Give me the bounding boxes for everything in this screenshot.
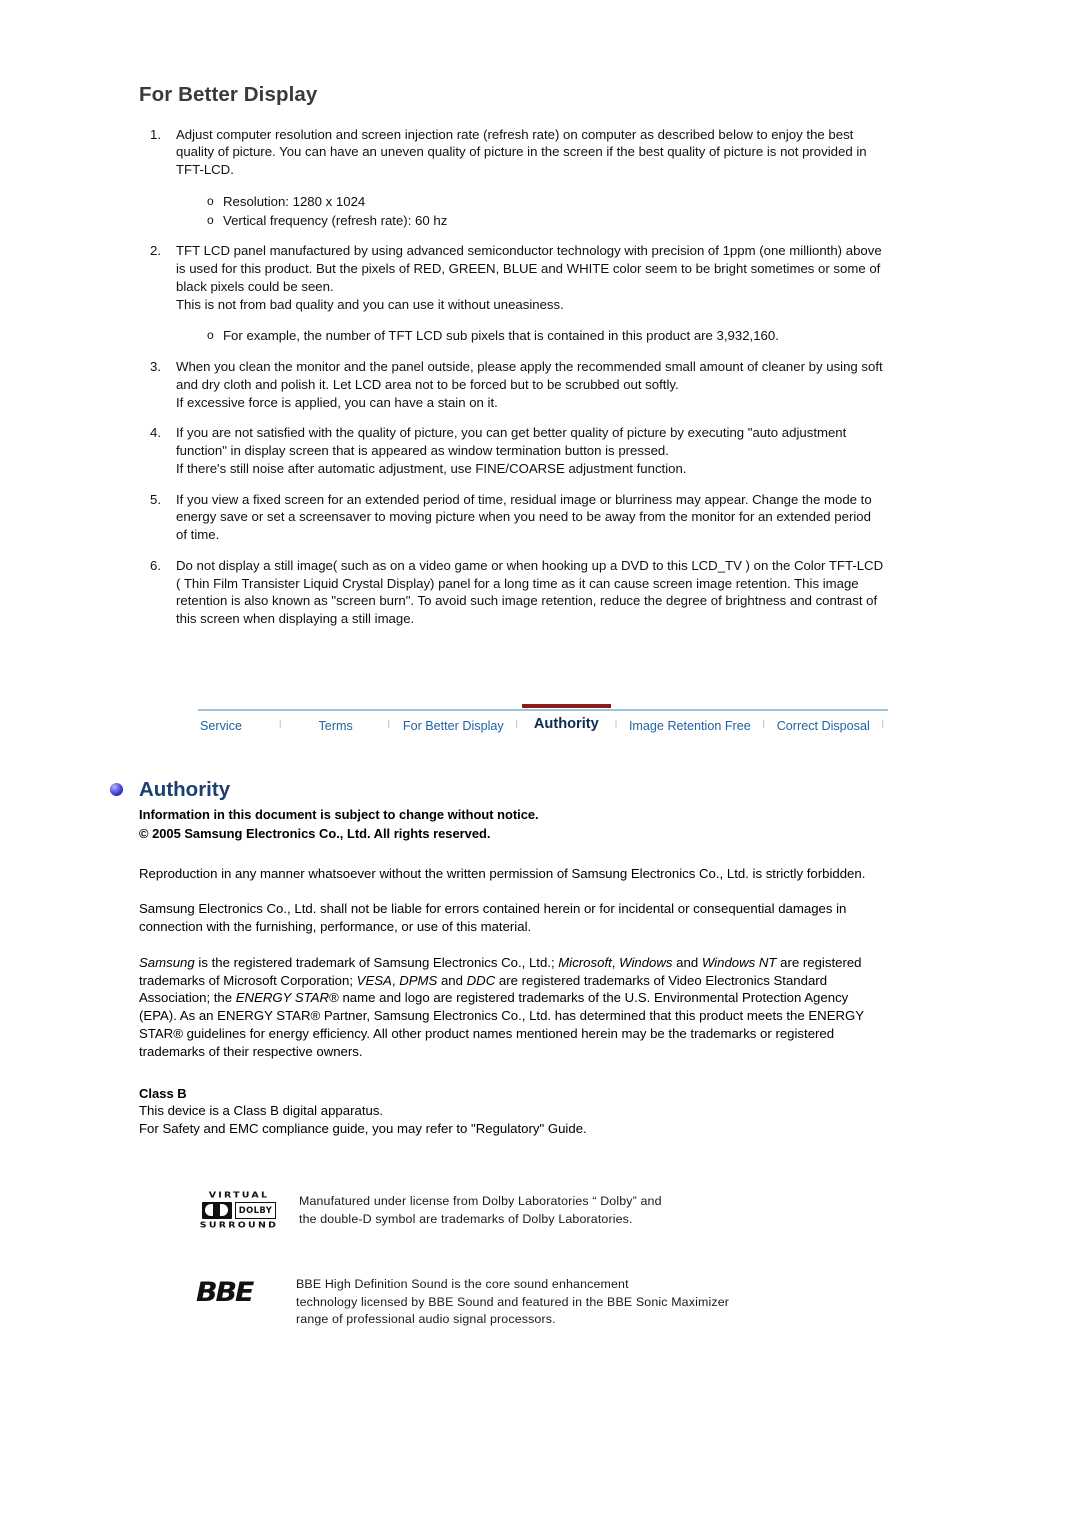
list-item-number: 6. [150, 557, 161, 573]
dolby-logo-middle: DOLBY [197, 1201, 281, 1219]
trademark-energy-star: ENERGY STAR [235, 990, 330, 1006]
dolby-license-text: Manufatured under license from Dolby Lab… [299, 1193, 662, 1228]
list-item-paragraph: If you view a fixed screen for an extend… [176, 491, 872, 543]
sub-bullet-label: Resolution: 1280 x 1024 [223, 193, 366, 209]
nav-link-authority-active[interactable]: Authority [521, 704, 611, 732]
nav-separator: l [515, 719, 518, 731]
nav-separator: l [881, 719, 884, 731]
list-item-number: 4. [150, 425, 161, 441]
document-page: For Better Display 1. Adjust computer re… [0, 0, 1080, 1527]
authority-heading-row: Authority [110, 778, 884, 802]
instruction-list: 1. Adjust computer resolution and screen… [139, 126, 884, 628]
authority-title: Authority [139, 778, 231, 801]
section-navigation: Service l Terms l For Better Display l A… [198, 704, 888, 733]
nav-divider [198, 709, 888, 711]
list-item: 4. If you are not satisfied with the qua… [139, 424, 884, 477]
sub-bullet-label: Vertical frequency (refresh rate): 60 hz [223, 212, 448, 228]
dolby-logo-top-word: VIRTUAL [208, 1190, 270, 1201]
trademark-windows: Windows [619, 954, 673, 970]
nav-link-correct-disposal[interactable]: Correct Disposal [775, 719, 872, 733]
list-item-paragraph: If there's still noise after automatic a… [176, 460, 687, 476]
list-item-paragraph: Adjust computer resolution and screen in… [176, 126, 867, 178]
list-item-paragraph: If excessive force is applied, you can h… [176, 394, 498, 410]
trademark-text: , [611, 954, 620, 970]
list-item-number: 3. [150, 359, 161, 375]
list-item-body: If you view a fixed screen for an extend… [176, 491, 884, 544]
circle-bullet-icon: o [207, 328, 214, 343]
list-item: 5. If you view a fixed screen for an ext… [139, 491, 884, 544]
list-item-paragraph: When you clean the monitor and the panel… [176, 359, 883, 392]
dolby-logo-brand-word: DOLBY [238, 1204, 273, 1215]
blue-orb-bullet-icon [110, 783, 123, 796]
double-d-symbol-icon [201, 1201, 232, 1219]
list-item-body: When you clean the monitor and the panel… [176, 358, 884, 411]
trademark-ddc: DDC [466, 972, 496, 988]
circle-bullet-icon: o [207, 193, 214, 208]
sub-bullet-item: o Resolution: 1280 x 1024 [207, 193, 884, 211]
class-b-block: Class B This device is a Class B digital… [139, 1086, 884, 1138]
sub-bullet-list: o For example, the number of TFT LCD sub… [176, 327, 884, 345]
nav-separator: l [762, 719, 765, 731]
dolby-logo-bottom-word: SURROUND [199, 1220, 279, 1230]
trademark-dpms: DPMS [399, 972, 438, 988]
nav-separator: l [279, 719, 282, 731]
list-item-paragraph: Do not display a still image( such as on… [176, 557, 884, 627]
list-item: 1. Adjust computer resolution and screen… [139, 126, 884, 230]
list-item-paragraph: If you are not satisfied with the qualit… [176, 425, 847, 459]
authority-paragraph-liability: Samsung Electronics Co., Ltd. shall not … [139, 901, 847, 935]
list-item-body: If you are not satisfied with the qualit… [176, 424, 884, 477]
list-item-body: TFT LCD panel manufactured by using adva… [176, 242, 884, 345]
list-item: 6. Do not display a still image( such as… [139, 557, 884, 628]
bbe-license-block: BBE BBE High Definition Sound is the cor… [196, 1277, 729, 1329]
authority-notice-line-1: Information in this document is subject … [139, 806, 539, 822]
trademark-samsung: Samsung [139, 954, 195, 970]
nav-link-terms[interactable]: Terms [317, 719, 355, 733]
sub-bullet-label: For example, the number of TFT LCD sub p… [223, 328, 779, 344]
dolby-text-line-1: Manufatured under license from Dolby Lab… [299, 1194, 662, 1208]
nav-links-row: Service l Terms l For Better Display l A… [198, 704, 888, 733]
dolby-virtual-surround-logo-icon: VIRTUAL DOLBY SURROUND [197, 1191, 281, 1230]
dolby-license-block: VIRTUAL DOLBY SURROUND Manufatured under… [197, 1191, 662, 1230]
nav-separator: l [614, 719, 618, 731]
bbe-text-line-1: BBE High Definition Sound is the core so… [296, 1277, 629, 1291]
sub-bullet-list: o Resolution: 1280 x 1024 o Vertical fre… [176, 193, 884, 230]
bbe-text-line-3: range of professional audio signal proce… [296, 1312, 556, 1327]
authority-paragraph-reproduction: Reproduction in any manner whatsoever wi… [139, 865, 866, 881]
dolby-wordmark-box: DOLBY [234, 1201, 277, 1219]
list-item: 2. TFT LCD panel manufactured by using a… [139, 242, 884, 345]
authority-section: Authority Information in this document i… [110, 778, 884, 1138]
list-item-number: 2. [150, 243, 161, 259]
nav-link-service[interactable]: Service [198, 719, 244, 733]
trademark-vesa: VESA [356, 972, 392, 988]
trademark-windows-nt: Windows NT [701, 954, 777, 970]
nav-link-image-retention-free[interactable]: Image Retention Free [627, 719, 753, 733]
list-item-body: Adjust computer resolution and screen in… [176, 126, 884, 230]
bbe-license-text: BBE High Definition Sound is the core so… [296, 1276, 729, 1329]
trademark-text: and [437, 972, 467, 988]
sub-bullet-item: o For example, the number of TFT LCD sub… [207, 327, 884, 345]
for-better-display-section: For Better Display 1. Adjust computer re… [139, 83, 884, 628]
sub-bullet-item: o Vertical frequency (refresh rate): 60 … [207, 212, 884, 230]
list-item: 3. When you clean the monitor and the pa… [139, 358, 884, 411]
page-title: For Better Display [139, 83, 318, 106]
nav-separator: l [387, 719, 390, 731]
trademark-microsoft: Microsoft [558, 954, 612, 970]
dolby-text-line-2: the double-D symbol are trademarks of Do… [299, 1211, 633, 1226]
nav-link-for-better-display[interactable]: For Better Display [401, 719, 506, 733]
list-item-paragraph: TFT LCD panel manufactured by using adva… [176, 243, 882, 294]
list-item-number: 5. [150, 491, 161, 507]
class-b-title: Class B [139, 1086, 187, 1102]
list-item-paragraph: This is not from bad quality and you can… [176, 296, 564, 312]
list-item-body: Do not display a still image( such as on… [176, 557, 884, 628]
class-b-line-1: This device is a Class B digital apparat… [139, 1103, 384, 1119]
list-item-number: 1. [150, 126, 161, 142]
class-b-line-2: For Safety and EMC compliance guide, you… [139, 1121, 587, 1137]
authority-notice-line-2: © 2005 Samsung Electronics Co., Ltd. All… [139, 825, 491, 841]
bbe-text-line-2: technology licensed by BBE Sound and fea… [296, 1294, 730, 1309]
trademark-text: and [672, 954, 702, 970]
authority-paragraph-trademarks: Samsung is the registered trademark of S… [139, 954, 884, 1061]
trademark-text: is the registered trademark of Samsung E… [194, 954, 559, 970]
bbe-logo-icon: BBE [196, 1277, 254, 1308]
circle-bullet-icon: o [207, 212, 214, 227]
